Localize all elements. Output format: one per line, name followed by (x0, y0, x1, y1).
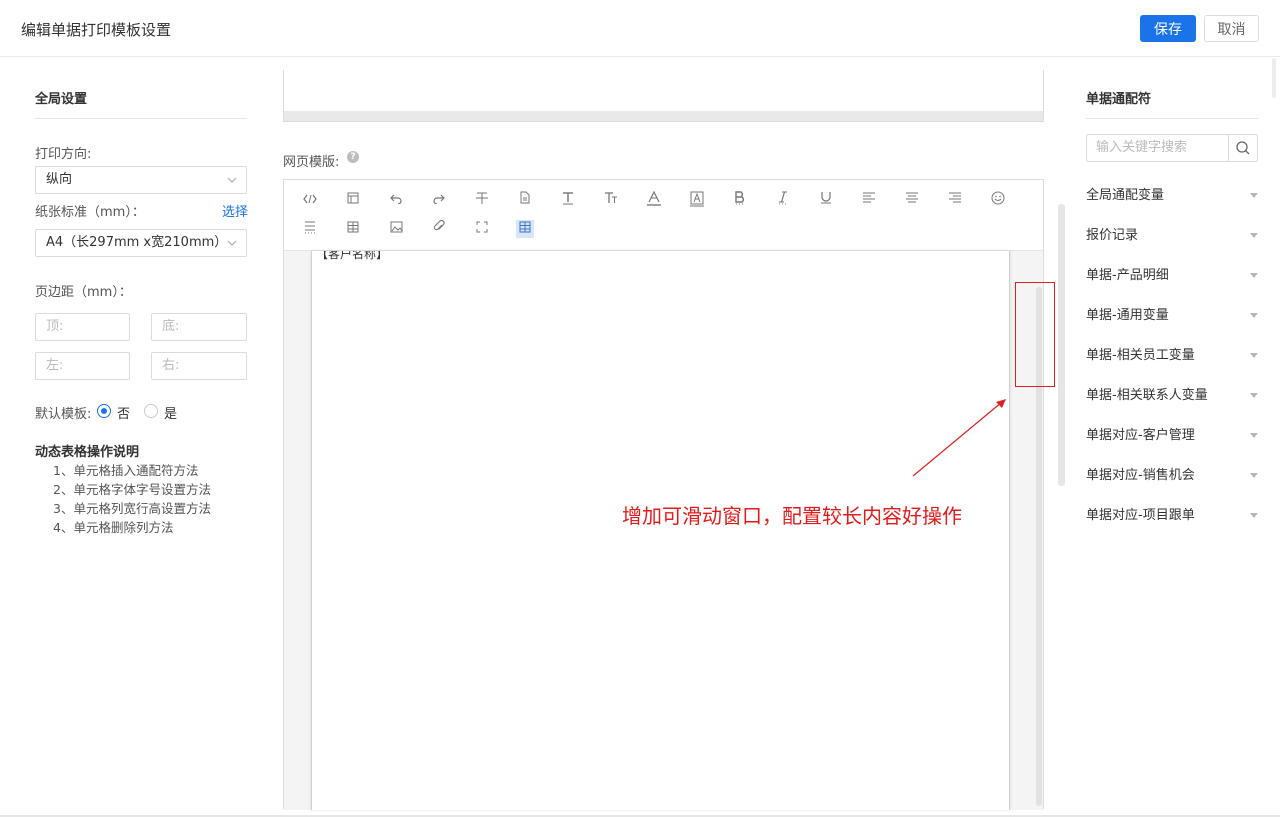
orientation-label: 打印方向: (35, 147, 92, 162)
annotation-text: 增加可滑动窗口，配置较长内容好操作 (622, 504, 962, 528)
document-area: 【客户名称】 (284, 251, 1043, 810)
print-template-box[interactable] (283, 70, 1044, 122)
paper-label: 纸张标准（mm）： (35, 205, 145, 220)
template-icon[interactable] (344, 191, 362, 209)
margin-top-input[interactable]: 顶: (35, 313, 130, 341)
help-list: 1、单元格插入通配符方法 2、单元格字体字号设置方法 3、单元格列宽行高设置方法… (53, 461, 211, 537)
align-left-icon[interactable] (860, 191, 878, 209)
caret-down-icon (1250, 313, 1258, 318)
emoji-icon[interactable] (989, 191, 1007, 209)
cancel-button[interactable]: 取消 (1204, 15, 1259, 42)
document-text: 【客户名称】 (316, 251, 389, 261)
wildcard-group-item[interactable]: 全局通配变量 (1086, 186, 1260, 206)
orientation-value: 纵向 (46, 172, 73, 187)
wildcard-search: 输入关键字搜索 (1086, 134, 1258, 162)
chevron-down-icon (227, 167, 237, 203)
document-icon[interactable] (516, 191, 534, 209)
paper-select-link[interactable]: 选择 (222, 201, 248, 220)
underline-icon[interactable] (817, 191, 835, 209)
margin-left-input[interactable]: 左: (35, 352, 130, 380)
line-height-icon[interactable] (301, 220, 319, 238)
help-item: 4、单元格删除列方法 (53, 520, 174, 535)
align-right-icon[interactable] (946, 191, 964, 209)
font-family-icon[interactable] (602, 191, 620, 209)
middle-scrollbar[interactable] (1058, 204, 1065, 486)
divider (35, 118, 247, 119)
margin-label: 页边距（mm）： (35, 285, 132, 300)
caret-down-icon (1250, 393, 1258, 398)
web-template-label: 网页模版: (283, 155, 340, 170)
wildcard-group-item[interactable]: 单据-产品明细 (1086, 266, 1260, 286)
global-settings-title: 全局设置 (35, 92, 88, 107)
annotation-arrow-icon (912, 399, 1006, 477)
margin-right-input[interactable]: 右: (151, 352, 247, 380)
margin-bottom-input[interactable]: 底: (151, 313, 247, 341)
header-bar: 编辑单据打印模板设置 保存 取消 (0, 0, 1280, 57)
radio-yes[interactable] (144, 404, 158, 418)
wildcard-group-item[interactable]: 单据对应-客户管理 (1086, 426, 1260, 446)
align-center-icon[interactable] (903, 191, 921, 209)
italic-icon[interactable] (774, 191, 792, 209)
caret-down-icon (1250, 353, 1258, 358)
radio-yes-label: 是 (164, 407, 178, 422)
font-color-icon[interactable] (645, 190, 663, 209)
caret-down-icon (1250, 473, 1258, 478)
save-button[interactable]: 保存 (1140, 15, 1196, 42)
radio-no-label: 否 (117, 407, 131, 422)
caret-down-icon (1250, 193, 1258, 198)
help-item: 1、单元格插入通配符方法 (53, 463, 199, 478)
caret-down-icon (1250, 273, 1258, 278)
wildcard-group-item[interactable]: 报价记录 (1086, 226, 1260, 246)
wildcard-group-item[interactable]: 单据对应-销售机会 (1086, 466, 1260, 486)
document-page[interactable]: 【客户名称】 (311, 251, 1010, 810)
radio-no[interactable] (97, 404, 111, 418)
search-input[interactable]: 输入关键字搜索 (1096, 135, 1187, 161)
source-code-icon[interactable] (301, 191, 319, 209)
caret-down-icon (1250, 233, 1258, 238)
search-icon[interactable] (1228, 135, 1257, 161)
image-icon[interactable] (387, 220, 405, 238)
dynamic-table-icon[interactable] (516, 220, 534, 238)
font-size-icon[interactable] (559, 191, 577, 209)
redo-icon[interactable] (430, 191, 448, 209)
table-icon[interactable] (344, 220, 362, 238)
wildcard-group-item[interactable]: 单据-相关联系人变量 (1086, 386, 1260, 406)
page-scrollbar[interactable] (1270, 58, 1278, 815)
wildcard-group-item[interactable]: 单据-相关员工变量 (1086, 346, 1260, 366)
paper-value: A4（长297mm x宽210mm） (46, 235, 228, 250)
rich-text-editor: 【客户名称】 (283, 179, 1044, 810)
background-color-icon[interactable] (688, 191, 706, 209)
page-title: 编辑单据打印模板设置 (21, 21, 172, 39)
strikethrough-icon[interactable] (473, 191, 491, 209)
default-template-label: 默认模板: (35, 407, 92, 422)
attachment-icon[interactable] (430, 219, 448, 238)
chevron-down-icon (227, 230, 237, 266)
divider (1086, 118, 1258, 119)
horizontal-scrollbar[interactable] (284, 111, 1043, 121)
paper-select[interactable]: A4（长297mm x宽210mm） (35, 229, 247, 257)
caret-down-icon (1250, 513, 1258, 518)
editor-toolbar (284, 180, 1043, 251)
caret-down-icon (1250, 433, 1258, 438)
fullscreen-icon[interactable] (473, 220, 491, 238)
help-item: 3、单元格列宽行高设置方法 (53, 501, 211, 516)
help-title: 动态表格操作说明 (35, 445, 140, 460)
help-item: 2、单元格字体字号设置方法 (53, 482, 211, 497)
wildcard-group-item[interactable]: 单据对应-项目跟单 (1086, 506, 1260, 526)
wildcard-title: 单据通配符 (1086, 92, 1152, 107)
annotation-highlight-box (1015, 282, 1055, 387)
undo-icon[interactable] (387, 191, 405, 209)
help-icon[interactable]: ? (347, 151, 359, 163)
bold-icon[interactable] (731, 191, 749, 209)
wildcard-group-item[interactable]: 单据-通用变量 (1086, 306, 1260, 326)
orientation-select[interactable]: 纵向 (35, 166, 247, 194)
